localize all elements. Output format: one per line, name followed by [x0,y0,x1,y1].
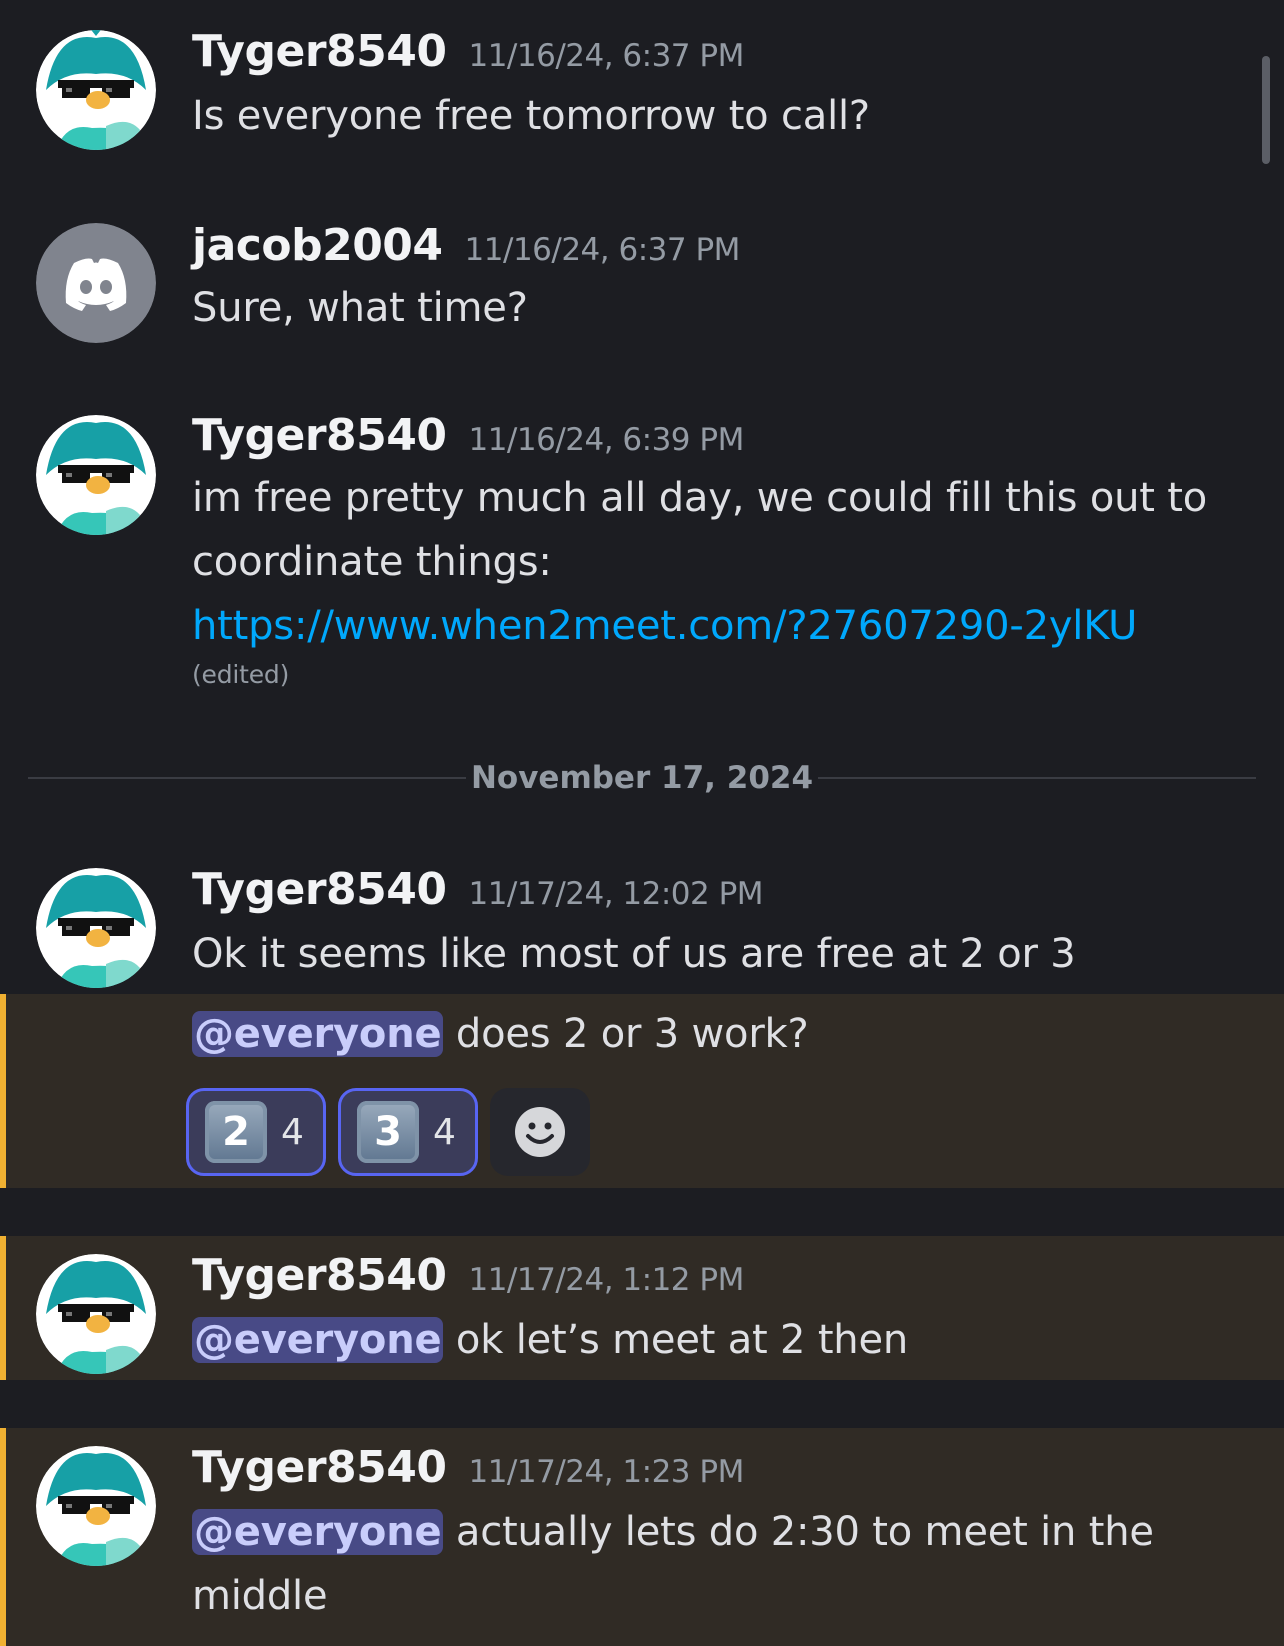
reactions-bar: 2 4 3 4 [186,1088,590,1176]
add-reaction-button[interactable] [490,1088,590,1176]
avatar[interactable] [36,1254,156,1374]
timestamp: 11/16/24, 6:37 PM [464,232,741,268]
everyone-mention[interactable]: @everyone [192,1011,444,1057]
message-text: Ok it seems like most of us are free at … [192,931,1076,977]
reaction-count: 4 [433,1111,456,1153]
keycap-3-icon: 3 [357,1101,419,1163]
smiley-icon [515,1107,565,1157]
timestamp: 11/16/24, 6:39 PM [468,422,744,458]
username[interactable]: Tyger8540 [192,864,447,915]
message-text: im free pretty much all day, we could fi… [192,475,1208,585]
keycap-2-icon: 2 [205,1101,267,1163]
everyone-mention[interactable]: @everyone [192,1509,444,1555]
message[interactable]: Tyger8540 11/16/24, 6:37 PM Is everyone f… [0,0,1284,180]
avatar[interactable] [36,30,156,150]
message-text: Is everyone free tomorrow to call? [192,93,870,139]
chat-messages[interactable]: Tyger8540 11/16/24, 6:37 PM Is everyone f… [0,0,1284,1646]
message-mention-highlight[interactable]: Tyger8540 11/17/24, 1:12 PM @everyone ok … [0,1236,1284,1380]
avatar[interactable] [36,415,156,535]
timestamp: 11/17/24, 1:12 PM [468,1262,744,1298]
reaction-keycap-2[interactable]: 2 4 [186,1088,326,1176]
date-divider-label: November 17, 2024 [470,760,814,796]
username[interactable]: Tyger8540 [192,410,447,461]
reaction-keycap-3[interactable]: 3 4 [338,1088,478,1176]
username[interactable]: jacob2004 [192,220,443,271]
timestamp: 11/16/24, 6:37 PM [468,38,744,74]
username[interactable]: Tyger8540 [192,1442,447,1493]
scrollbar[interactable] [1262,56,1270,164]
message[interactable]: Tyger8540 11/17/24, 12:02 PM Ok it seems … [0,840,1284,994]
username[interactable]: Tyger8540 [192,26,447,77]
edited-label: (edited) [192,660,290,689]
message-mention-highlight[interactable]: Tyger8540 11/17/24, 1:23 PM @everyone act… [0,1428,1284,1646]
message[interactable]: Tyger8540 11/16/24, 6:39 PM im free prett… [0,372,1284,712]
message-text: does 2 or 3 work? [443,1011,809,1057]
message-text: Sure, what time? [192,285,528,331]
avatar[interactable] [36,868,156,988]
message-text: ok let’s meet at 2 then [443,1317,909,1363]
timestamp: 11/17/24, 1:23 PM [468,1454,744,1490]
discord-logo-icon[interactable] [36,223,156,343]
message[interactable]: jacob2004 11/16/24, 6:37 PM Sure, what ti… [0,180,1284,370]
date-divider: November 17, 2024 [28,758,1256,798]
reaction-count: 4 [281,1111,304,1153]
avatar[interactable] [36,1446,156,1566]
everyone-mention[interactable]: @everyone [192,1317,444,1363]
when2meet-link[interactable]: https://www.when2meet.com/?27607290-2ylK… [192,603,1137,649]
timestamp: 11/17/24, 12:02 PM [468,876,764,912]
username[interactable]: Tyger8540 [192,1250,447,1301]
